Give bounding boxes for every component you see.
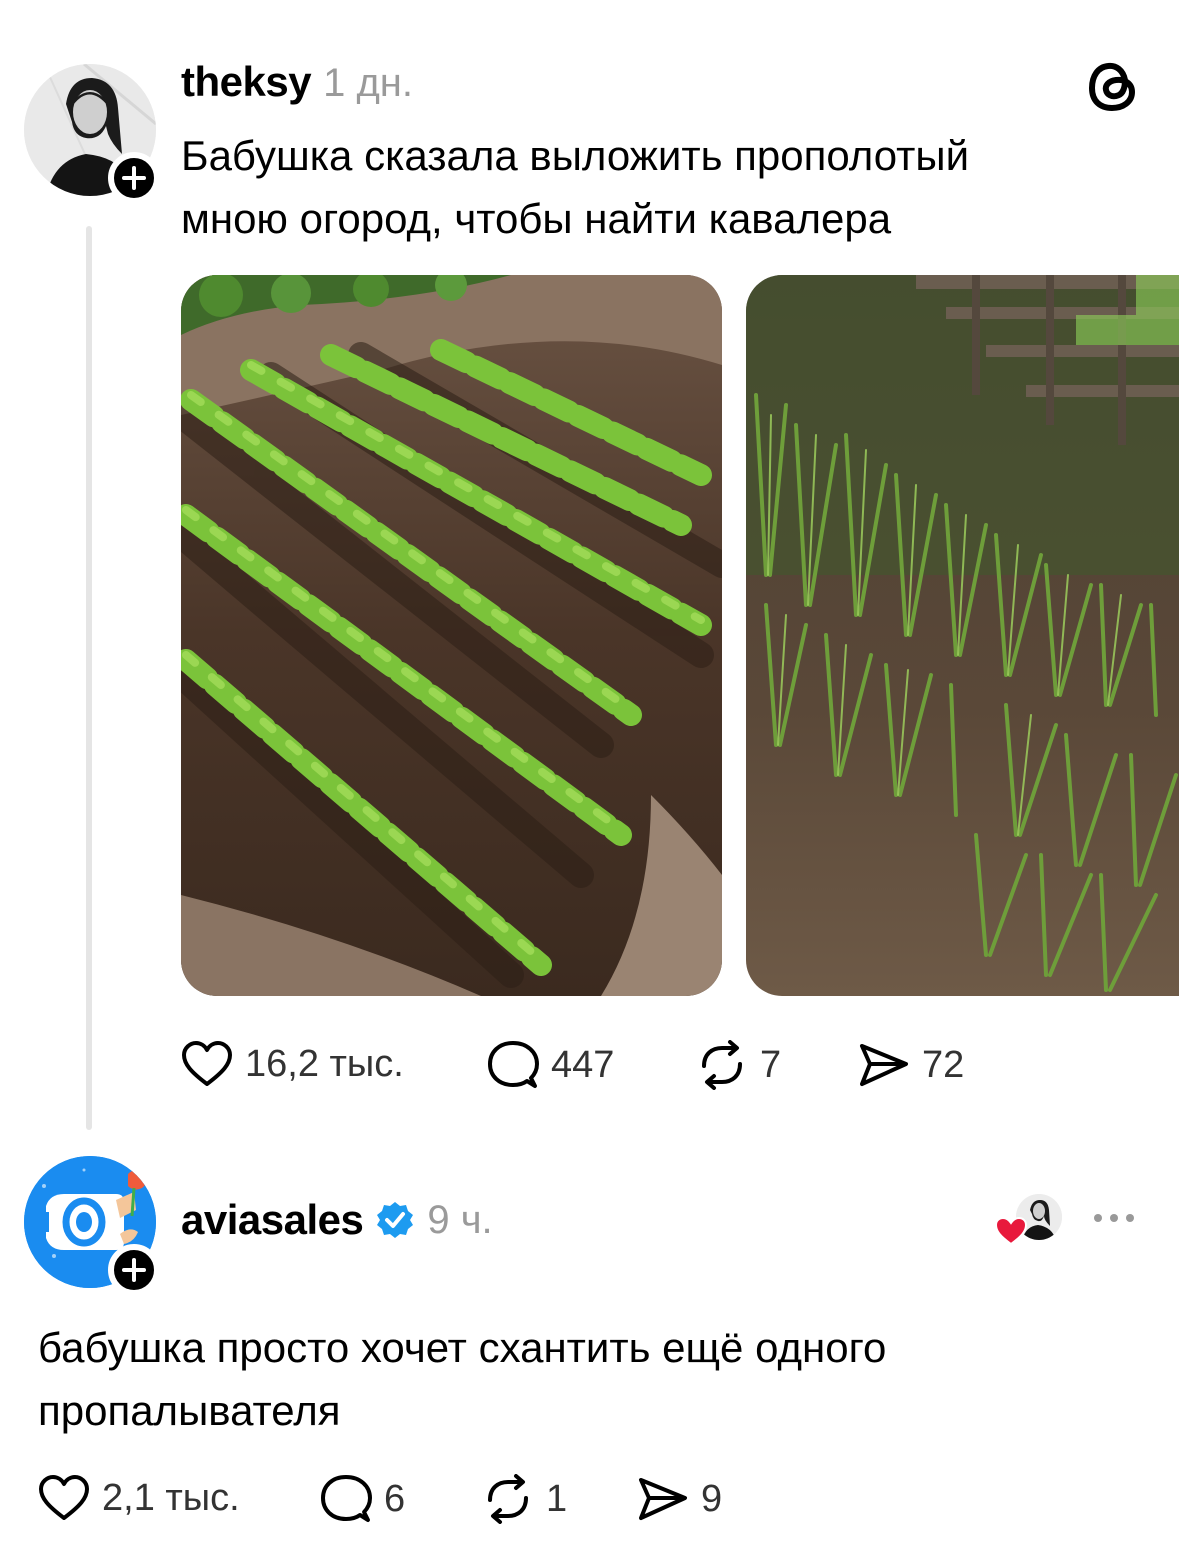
reply-share-count: 9 [701,1477,723,1520]
photo-carrots[interactable] [181,275,722,996]
liked-by-author[interactable] [994,1194,1068,1246]
heart-icon [39,1475,89,1520]
photo-onions[interactable] [746,275,1179,996]
comment-button[interactable]: 447 [487,1040,614,1090]
share-count: 72 [922,1043,965,1086]
comment-count: 447 [551,1043,615,1086]
heart-filled-icon [994,1216,1028,1246]
reply-header: aviasales 9 ч. [181,1196,493,1244]
reply-text-line-2: пропалывателя [38,1387,341,1434]
carrot-bed-image [181,275,722,996]
reply-username[interactable]: aviasales [181,1196,364,1244]
reply-repost-button[interactable]: 1 [482,1474,567,1524]
reply-comment-button[interactable]: 6 [320,1474,405,1524]
repost-icon [702,1040,742,1090]
reply-like-count: 2,1 тыс. [102,1476,240,1519]
plus-icon [122,166,146,190]
onion-bed-image [746,275,1179,996]
reply-comment-count: 6 [384,1477,406,1520]
share-button[interactable]: 72 [858,1040,964,1090]
plus-icon [122,1258,146,1282]
thread-line [86,226,92,1130]
follow-button-aviasales[interactable] [108,1244,160,1296]
comment-icon [321,1475,372,1522]
reply-repost-count: 1 [546,1477,568,1520]
reply-time: 9 ч. [427,1197,493,1242]
like-button[interactable]: 16,2 тыс. [181,1040,404,1088]
threads-logo-icon[interactable] [1086,58,1142,119]
post-username[interactable]: theksy [181,58,312,106]
post-text-line-2: мною огород, чтобы найти кавалера [181,195,892,242]
post-text: Бабушка сказала выложить прополотый мною… [181,124,1161,250]
share-icon [860,1044,908,1086]
repost-icon [488,1474,528,1524]
comment-icon [488,1041,539,1088]
like-count: 16,2 тыс. [245,1042,404,1085]
post-header: theksy 1 дн. [181,58,413,106]
repost-button[interactable]: 7 [696,1040,781,1090]
reply-like-button[interactable]: 2,1 тыс. [38,1474,240,1522]
follow-button[interactable] [108,152,160,204]
reply-text: бабушка просто хочет схантить ещё одного… [38,1316,1158,1442]
reply-text-line-1: бабушка просто хочет схантить ещё одного [38,1324,887,1371]
verified-icon [377,1202,414,1238]
repost-count: 7 [760,1043,782,1086]
heart-icon [182,1041,232,1086]
post-text-line-1: Бабушка сказала выложить прополотый [181,132,970,179]
share-icon [639,1478,687,1520]
reply-share-button[interactable]: 9 [637,1474,722,1524]
post-time: 1 дн. [323,61,413,105]
more-icon[interactable] [1094,1214,1134,1222]
